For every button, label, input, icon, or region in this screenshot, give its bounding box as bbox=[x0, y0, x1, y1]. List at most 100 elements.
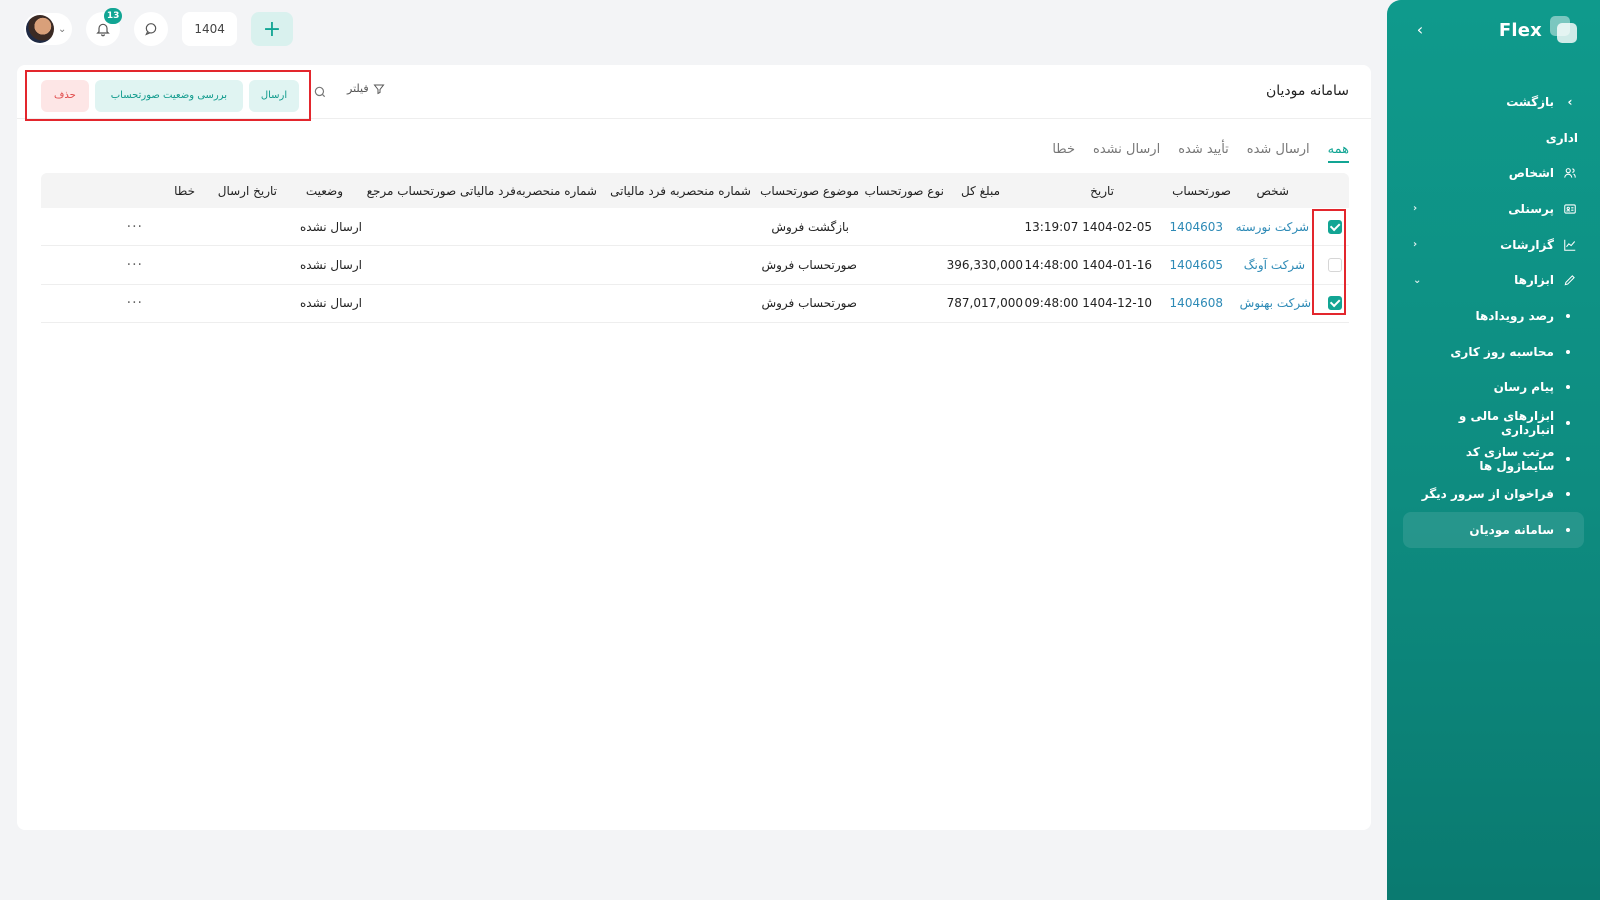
notifications-button[interactable]: 13 bbox=[86, 8, 123, 46]
table-row[interactable]: شرکت نورسته 1404603 1404-02-05 13:19:07 … bbox=[41, 208, 1349, 247]
tab-not-sent[interactable]: ارسال نشده bbox=[1093, 142, 1160, 163]
funnel-icon bbox=[373, 84, 385, 94]
chevron-right-icon: › bbox=[1567, 94, 1573, 109]
more-options-icon[interactable]: ··· bbox=[127, 285, 143, 322]
avatar[interactable] bbox=[26, 15, 54, 43]
total-cell: 787,017,000 bbox=[946, 296, 1023, 311]
more-options-icon[interactable]: ··· bbox=[127, 246, 143, 283]
sidebar-item-back[interactable]: › بازگشت bbox=[1387, 84, 1600, 120]
sidebar-item-reports[interactable]: گزارشات ‹ bbox=[1387, 227, 1600, 263]
col-invoice-type[interactable]: نوع صورتحساب bbox=[865, 173, 944, 208]
bulk-actions-group: حذف بررسی وضعیت صورتحساب ارسال bbox=[25, 70, 311, 121]
sidebar-item-label: فراخوان از سرور دیگر bbox=[1421, 487, 1554, 502]
chevron-left-icon: ‹ bbox=[1413, 239, 1418, 251]
plus-icon: + bbox=[262, 16, 282, 42]
invoice-link[interactable]: 1404605 bbox=[1170, 246, 1223, 283]
total-cell: 396,330,000 bbox=[946, 257, 1023, 272]
bullet-icon bbox=[1566, 421, 1570, 426]
brand-name: Flex bbox=[1498, 19, 1542, 41]
page-title: سامانه مودیان bbox=[1265, 83, 1349, 99]
bullet-icon bbox=[1566, 313, 1570, 318]
sidebar-item-tools[interactable]: ابزارها ⌄ bbox=[1387, 262, 1600, 298]
col-status[interactable]: وضعیت bbox=[306, 173, 343, 208]
bullet-icon bbox=[1566, 385, 1570, 390]
tab-approved[interactable]: تأیید شده bbox=[1178, 142, 1229, 163]
filter-button[interactable]: فیلتر bbox=[347, 82, 385, 95]
id-card-icon bbox=[1562, 201, 1578, 217]
sidebar-section-administrative: اداری bbox=[1387, 120, 1600, 156]
delete-button[interactable]: حذف bbox=[41, 79, 89, 112]
sidebar-item-persons[interactable]: اشخاص bbox=[1387, 155, 1600, 191]
user-menu[interactable]: ⌄ bbox=[24, 13, 73, 45]
date-cell: 1404-01-16 14:48:00 bbox=[1024, 257, 1152, 272]
col-date[interactable]: تاریخ bbox=[1090, 173, 1114, 208]
tab-all[interactable]: همه bbox=[1327, 142, 1349, 163]
chevron-left-icon: ‹ bbox=[1413, 203, 1418, 215]
notification-badge: 13 bbox=[103, 8, 123, 24]
bullet-icon bbox=[1566, 349, 1570, 354]
sidebar-item-label: محاسبه روز کاری bbox=[1450, 344, 1554, 359]
filter-label: فیلتر bbox=[347, 82, 369, 95]
fiscal-year-selector[interactable]: 1404 bbox=[182, 12, 237, 46]
sidebar-subitem-messenger[interactable]: پیام رسان bbox=[1387, 370, 1600, 406]
sidebar-item-label: پرسنلی bbox=[1508, 201, 1554, 216]
sidebar-item-label: سامانه مودیان bbox=[1469, 523, 1554, 538]
col-error[interactable]: خطا bbox=[174, 173, 195, 208]
subject-cell: صورتحساب فروش bbox=[761, 296, 857, 311]
more-options-icon[interactable]: ··· bbox=[127, 208, 143, 245]
chat-icon bbox=[145, 23, 157, 36]
search-icon[interactable] bbox=[313, 85, 327, 99]
bullet-icon bbox=[1566, 456, 1570, 461]
sidebar-item-label: مرتب سازی کد سایماژول ها bbox=[1465, 444, 1555, 473]
sidebar-subitem-moadian[interactable]: سامانه مودیان bbox=[1403, 512, 1584, 548]
add-button[interactable]: + bbox=[250, 12, 293, 46]
person-link[interactable]: شرکت نورسته bbox=[1236, 208, 1309, 245]
status-cell: ارسال نشده bbox=[299, 257, 362, 272]
status-cell: ارسال نشده bbox=[299, 296, 362, 311]
bullet-icon bbox=[1566, 528, 1570, 533]
col-invoice-subject[interactable]: موضوع صورتحساب bbox=[760, 173, 859, 208]
table-row[interactable]: شرکت بهنوش 1404608 1404-12-10 09:48:00 7… bbox=[41, 285, 1349, 323]
date-cell: 1404-12-10 09:48:00 bbox=[1024, 296, 1152, 311]
chevron-down-icon: ⌄ bbox=[1413, 274, 1422, 286]
check-status-button[interactable]: بررسی وضعیت صورتحساب bbox=[94, 79, 243, 112]
sidebar-item-label: رصد رویدادها bbox=[1475, 308, 1554, 323]
col-send-date[interactable]: تاریخ ارسال bbox=[218, 173, 277, 208]
invoice-link[interactable]: 1404603 bbox=[1170, 208, 1223, 245]
support-button[interactable] bbox=[134, 12, 169, 46]
status-cell: ارسال نشده bbox=[299, 219, 362, 234]
person-link[interactable]: شرکت بهنوش bbox=[1240, 285, 1311, 322]
sidebar-subitem-event-monitor[interactable]: رصد رویدادها bbox=[1387, 298, 1600, 334]
invoice-link[interactable]: 1404608 bbox=[1170, 285, 1223, 322]
chevron-down-icon[interactable]: ⌄ bbox=[58, 24, 66, 35]
col-person[interactable]: شخص bbox=[1256, 173, 1289, 208]
tab-sent[interactable]: ارسال شده bbox=[1247, 142, 1310, 163]
sidebar-subitem-remote-fetch[interactable]: فراخوان از سرور دیگر bbox=[1387, 477, 1600, 513]
top-bar: ⌄ 13 1404 + bbox=[24, 8, 293, 46]
col-invoice[interactable]: صورتحساب bbox=[1172, 173, 1231, 208]
sidebar-section-label: اداری bbox=[1545, 130, 1578, 145]
sidebar: ‹ Flex › بازگشت اداری اشخاص پرسنلی ‹ گزا… bbox=[1387, 0, 1600, 900]
tab-error[interactable]: خطا bbox=[1052, 142, 1075, 163]
table-row[interactable]: شرکت آونگ 1404605 1404-01-16 14:48:00 39… bbox=[41, 246, 1349, 285]
sidebar-subitem-sort-codes[interactable]: مرتب سازی کد سایماژول ها bbox=[1387, 441, 1600, 477]
col-unique-tax-id[interactable]: شماره منحصربه فرد مالیاتی bbox=[610, 173, 751, 208]
chevron-left-icon[interactable]: ‹ bbox=[1409, 18, 1431, 40]
person-link[interactable]: شرکت آونگ bbox=[1244, 246, 1305, 283]
subject-cell: بازگشت فروش bbox=[771, 219, 849, 234]
sidebar-item-personnel[interactable]: پرسنلی ‹ bbox=[1387, 191, 1600, 227]
bullet-icon bbox=[1566, 492, 1570, 497]
send-button[interactable]: ارسال bbox=[249, 79, 299, 112]
sidebar-subitem-workday-calc[interactable]: محاسبه روز کاری bbox=[1387, 334, 1600, 370]
sidebar-menu: › بازگشت اداری اشخاص پرسنلی ‹ گزارشات ‹ bbox=[1387, 84, 1600, 548]
pencil-icon bbox=[1562, 272, 1578, 288]
people-icon bbox=[1562, 165, 1578, 181]
sidebar-subitem-finance-tools[interactable]: ابزارهای مالی و انبارداری bbox=[1387, 405, 1600, 441]
col-ref-unique-tax-id[interactable]: شماره منحصربه‌فرد مالیاتی صورتحساب مرجع bbox=[367, 173, 597, 208]
subject-cell: صورتحساب فروش bbox=[761, 257, 857, 272]
col-total[interactable]: مبلغ کل bbox=[961, 173, 1000, 208]
brand: Flex bbox=[1499, 16, 1578, 44]
card-header: سامانه مودیان فیلتر حذف بررسی وضعیت صورت… bbox=[17, 65, 1371, 121]
invoices-table: شخص صورتحساب تاریخ مبلغ کل نوع صورتحساب … bbox=[41, 173, 1349, 323]
selection-highlight bbox=[1312, 209, 1346, 315]
